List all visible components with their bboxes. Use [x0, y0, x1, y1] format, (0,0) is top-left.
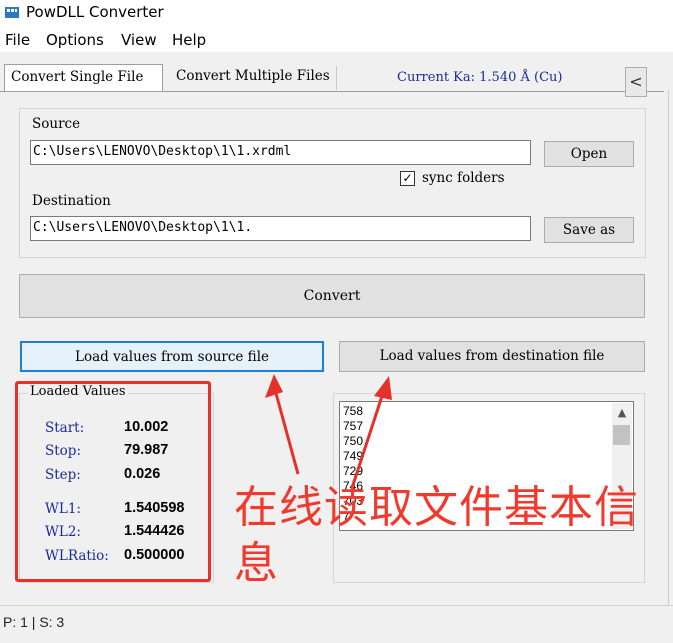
menu-options[interactable]: Options — [46, 31, 104, 49]
tab-convert-multiple-files[interactable]: Convert Multiple Files — [170, 66, 337, 90]
sync-folders-checkbox[interactable]: ✓ — [400, 171, 415, 186]
sync-folders-label: sync folders — [422, 170, 505, 186]
save-as-button[interactable]: Save as — [544, 217, 634, 243]
panel-divider — [668, 90, 669, 605]
current-wavelength-label: Current Ka: 1.540 Å (Cu) — [397, 70, 563, 85]
annotation-arrows-icon — [265, 374, 392, 489]
scrollbar-thumb[interactable] — [613, 425, 630, 445]
open-button[interactable]: Open — [544, 141, 634, 167]
annotation-highlight-box — [15, 381, 211, 582]
convert-button[interactable]: Convert — [19, 274, 645, 318]
status-text: P: 1 | S: 3 — [3, 614, 65, 630]
scroll-up-arrow-icon[interactable]: ▲ — [612, 403, 632, 423]
annotation-text: 在线读取文件基本信息 — [234, 482, 639, 589]
collapse-button[interactable]: < — [625, 67, 647, 97]
destination-path-field[interactable]: C:\Users\LENOVO\Desktop\1\1. — [30, 216, 531, 241]
menu-view[interactable]: View — [121, 31, 157, 49]
source-path-field[interactable]: C:\Users\LENOVO\Desktop\1\1.xrdml — [30, 140, 531, 165]
source-label: Source — [32, 116, 81, 132]
app-icon — [5, 7, 19, 18]
window-title: PowDLL Converter — [26, 3, 164, 21]
destination-label: Destination — [32, 193, 111, 209]
menu-bar: File Options View Help — [0, 26, 673, 52]
status-bar — [0, 605, 673, 643]
menu-file[interactable]: File — [5, 31, 30, 49]
tab-convert-single-file[interactable]: Convert Single File — [4, 64, 163, 91]
menu-help[interactable]: Help — [172, 31, 206, 49]
